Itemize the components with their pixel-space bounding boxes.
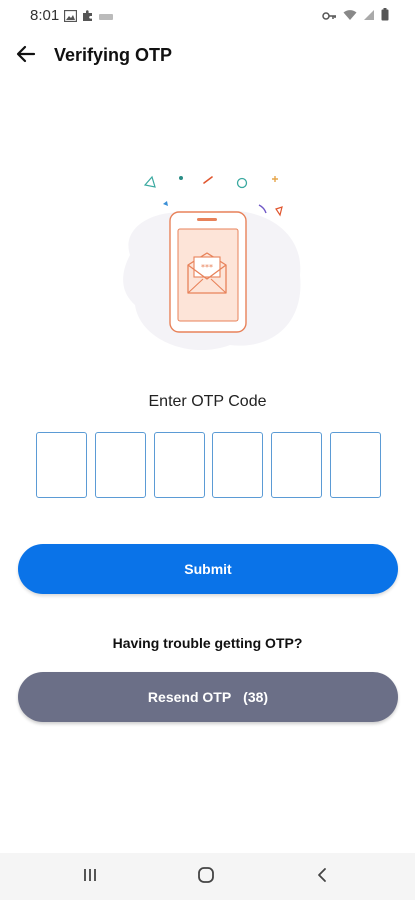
otp-digit-3[interactable] — [153, 432, 205, 498]
otp-digit-2[interactable] — [94, 432, 146, 498]
otp-label: Enter OTP Code — [148, 393, 267, 410]
puzzle-icon — [82, 9, 94, 27]
phone-envelope-icon: *** — [123, 175, 301, 351]
signal-icon — [363, 8, 375, 26]
otp-input-group — [36, 432, 381, 498]
back-button[interactable] — [12, 42, 40, 70]
status-bar: 8:01 — [0, 0, 415, 32]
header: Verifying OTP — [0, 32, 415, 80]
key-icon — [322, 8, 337, 26]
home-button[interactable] — [191, 863, 221, 891]
status-time: 8:01 — [30, 7, 60, 24]
page-title: Verifying OTP — [54, 45, 173, 65]
trouble-text: Having trouble getting OTP? — [112, 635, 303, 651]
recent-apps-icon — [81, 867, 99, 888]
resend-otp-button[interactable]: Resend OTP (38) — [18, 672, 398, 722]
system-nav-bar — [0, 853, 415, 900]
otp-digit-1[interactable] — [36, 432, 87, 498]
otp-illustration: *** — [100, 165, 320, 365]
svg-text:***: *** — [201, 263, 213, 272]
image-icon — [63, 9, 78, 27]
submit-button[interactable]: Submit — [18, 544, 398, 594]
otp-digit-5[interactable] — [271, 432, 323, 498]
recent-apps-button[interactable] — [75, 863, 105, 891]
wifi-icon — [343, 8, 357, 26]
resend-countdown: (38) — [243, 689, 269, 705]
sms-icon — [99, 9, 113, 27]
home-icon — [197, 866, 215, 889]
arrow-left-icon — [16, 45, 36, 68]
resend-label: Resend OTP — [147, 689, 232, 705]
battery-icon — [381, 8, 389, 26]
system-back-button[interactable] — [307, 863, 337, 891]
otp-digit-4[interactable] — [212, 432, 264, 498]
back-icon — [316, 867, 328, 888]
otp-digit-6[interactable] — [329, 432, 381, 498]
